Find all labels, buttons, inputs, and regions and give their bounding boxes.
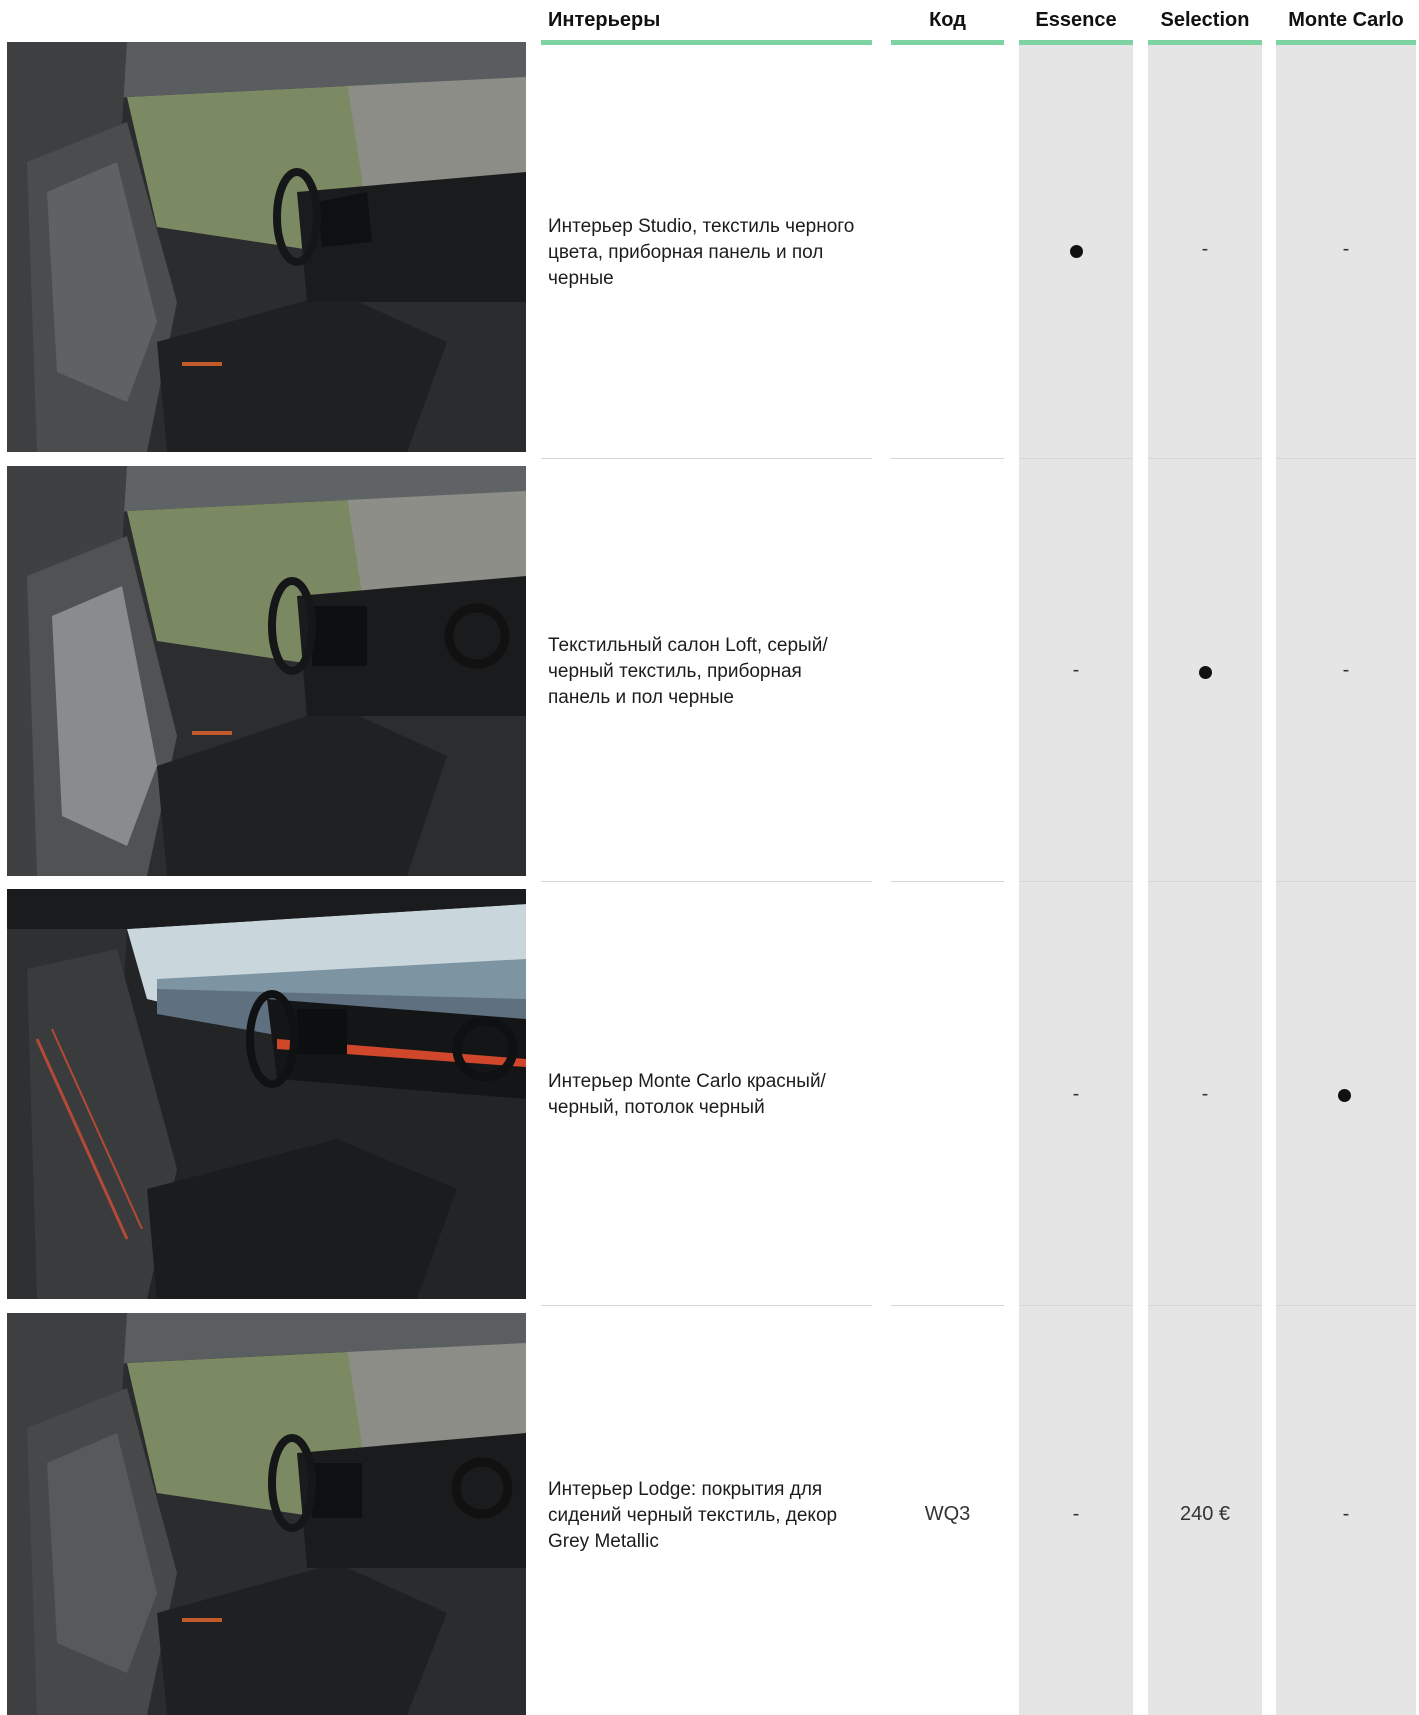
availability-selection: -: [1201, 1083, 1209, 1105]
car-interior-studio-photo: [7, 42, 526, 452]
interior-description: Интерьер Monte Carlo красный/черный, пот…: [548, 1071, 826, 1118]
row-separator: [1276, 881, 1416, 882]
essence-column-bg: [1019, 45, 1133, 1715]
header-essence: Essence: [1035, 9, 1117, 31]
row-separator: [541, 881, 872, 882]
availability-essence: -: [1072, 1503, 1080, 1525]
standard-dot-icon: [1199, 666, 1212, 679]
car-interior-lodge-photo: [7, 1313, 526, 1715]
row-separator: [891, 881, 1004, 882]
row-separator: [891, 458, 1004, 459]
option-price-selection: 240 €: [1179, 1503, 1231, 1525]
availability-monte-carlo: -: [1342, 238, 1350, 260]
option-code: WQ3: [924, 1503, 971, 1525]
availability-monte-carlo: -: [1342, 659, 1350, 681]
interior-description: Интерьер Studio, текстиль черного цвета,…: [548, 216, 855, 289]
header-selection: Selection: [1160, 9, 1250, 31]
row-separator: [1148, 881, 1262, 882]
interior-description: Текстильный салон Loft, серый/черный тек…: [548, 635, 828, 708]
availability-monte-carlo: -: [1342, 1503, 1350, 1525]
row-separator: [1276, 1305, 1416, 1306]
row-separator: [1276, 458, 1416, 459]
car-interior-loft-photo: [7, 466, 526, 876]
row-separator: [1148, 1305, 1262, 1306]
row-separator: [1148, 458, 1262, 459]
availability-essence: -: [1072, 659, 1080, 681]
row-separator: [1019, 458, 1133, 459]
availability-essence: -: [1072, 1083, 1080, 1105]
interior-description: Интерьер Lodge: покрытия для сидений чер…: [548, 1479, 838, 1552]
header-monte-carlo: Monte Carlo: [1288, 9, 1404, 31]
row-separator: [1019, 881, 1133, 882]
standard-dot-icon: [1338, 1089, 1351, 1102]
header-code: Код: [929, 9, 966, 31]
row-separator: [541, 1305, 872, 1306]
header-underline-code: [891, 40, 1004, 45]
row-separator: [1019, 1305, 1133, 1306]
header-interiors: Интерьеры: [548, 9, 661, 31]
availability-selection: -: [1201, 238, 1209, 260]
header-underline-interiors: [541, 40, 872, 45]
standard-dot-icon: [1070, 245, 1083, 258]
row-separator: [541, 458, 872, 459]
row-separator: [891, 1305, 1004, 1306]
car-interior-monte-carlo-photo: [7, 889, 526, 1299]
monte-carlo-column-bg: [1276, 45, 1416, 1715]
selection-column-bg: [1148, 45, 1262, 1715]
